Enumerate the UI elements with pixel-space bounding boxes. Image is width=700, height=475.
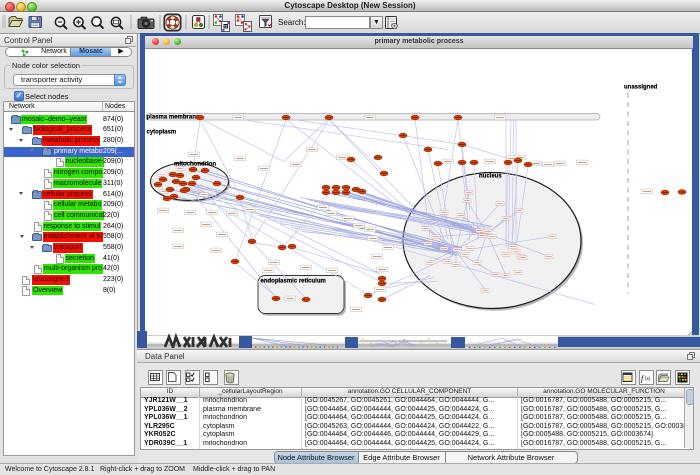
svg-text:(x): (x)	[645, 376, 651, 381]
svg-text:cytoplasm: cytoplasm	[147, 129, 177, 135]
svg-text:endoplasmic reticulum: endoplasmic reticulum	[261, 278, 326, 284]
svg-text:nucleus: nucleus	[479, 173, 502, 179]
svg-text:plasma membrane: plasma membrane	[147, 114, 200, 120]
svg-text:unassigned: unassigned	[624, 84, 658, 90]
